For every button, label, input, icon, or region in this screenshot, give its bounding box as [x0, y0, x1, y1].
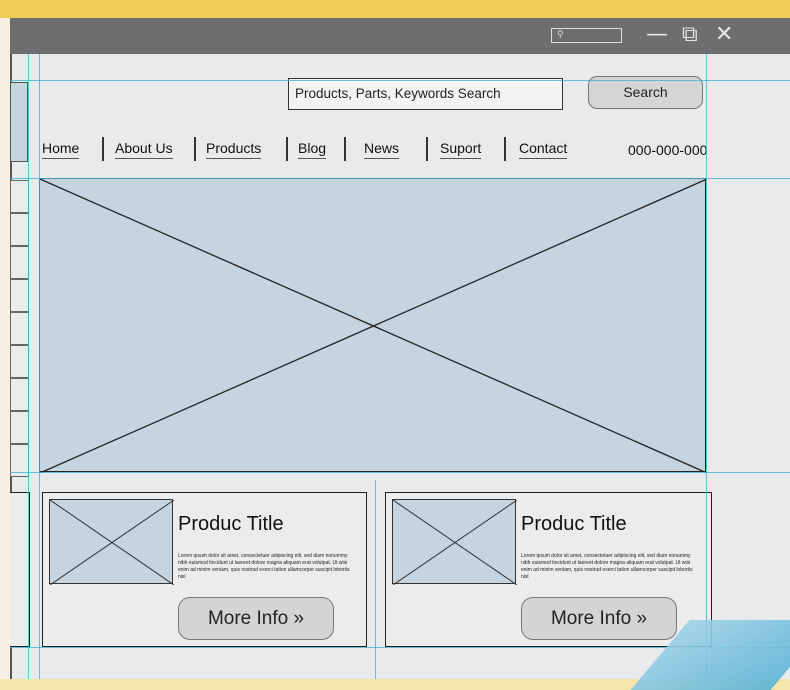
nav-separator — [194, 137, 196, 161]
layout-guide — [375, 480, 376, 679]
product-description: Lorem ipsum dolor sit amet, consectetuer… — [521, 553, 693, 580]
partial-product-card — [10, 492, 30, 647]
nav-separator — [344, 137, 346, 161]
nav-item-blog[interactable]: Blog — [298, 140, 327, 159]
product-title: Produc Title — [178, 513, 284, 535]
product-image-placeholder — [392, 499, 518, 586]
product-title: Produc Title — [521, 513, 627, 535]
nav-separator — [426, 137, 428, 161]
product-description: Lorem ipsum dolor sit amet, consectetuer… — [178, 553, 350, 580]
left-list-row — [10, 213, 29, 246]
nav-item-home[interactable]: Home — [42, 140, 80, 159]
layout-guide — [39, 54, 40, 679]
titlebar-search-field[interactable]: ⚲ — [551, 28, 622, 43]
layout-guide — [10, 178, 790, 179]
nav-item-products[interactable]: Products — [206, 140, 262, 159]
nav-item-about-us[interactable]: About Us — [115, 140, 173, 159]
restore-icon[interactable]: ⧉ — [682, 20, 698, 50]
left-list-row — [10, 411, 29, 444]
nav-item-support[interactable]: Suport — [440, 140, 482, 159]
layout-guide — [10, 80, 790, 81]
nav-separator — [286, 137, 288, 161]
nav-separator — [102, 137, 104, 161]
nav-separator — [504, 137, 506, 161]
left-list-row — [10, 180, 29, 213]
product-image-placeholder — [49, 499, 175, 586]
layout-guide — [706, 54, 707, 679]
left-list-row — [10, 378, 29, 411]
left-list-row — [10, 279, 29, 312]
background-yellow — [0, 0, 790, 18]
window-titlebar — [10, 18, 790, 54]
layout-guide — [28, 54, 29, 679]
magnifier-icon: ⚲ — [557, 29, 564, 39]
nav-item-contact[interactable]: Contact — [519, 140, 568, 159]
product-card: Produc Title Lorem ipsum dolor sit amet,… — [42, 492, 367, 647]
more-info-button[interactable]: More Info » — [178, 597, 334, 640]
placeholder-cross-icon — [392, 499, 518, 586]
background-edge — [0, 18, 10, 679]
left-list-row — [10, 345, 29, 378]
left-list-row — [10, 246, 29, 279]
close-icon[interactable]: ✕ — [715, 20, 733, 50]
hero-image-placeholder — [39, 178, 707, 473]
product-card: Produc Title Lorem ipsum dolor sit amet,… — [385, 492, 712, 647]
placeholder-cross-icon — [49, 499, 175, 586]
search-input[interactable]: Products, Parts, Keywords Search — [288, 78, 563, 110]
left-list-row — [10, 312, 29, 345]
nav-item-news[interactable]: News — [364, 140, 400, 159]
minimize-icon[interactable]: — — [646, 20, 668, 50]
more-info-button[interactable]: More Info » — [521, 597, 677, 640]
placeholder-cross-icon — [40, 179, 707, 473]
phone-number: 000-000-000 — [628, 142, 708, 158]
layout-guide — [10, 472, 790, 473]
